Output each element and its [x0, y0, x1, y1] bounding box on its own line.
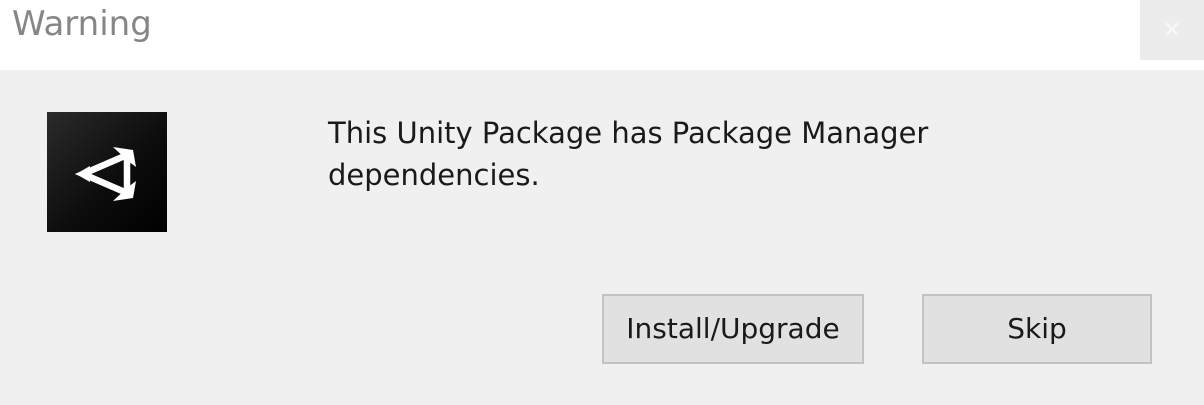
- window-title: Warning: [12, 4, 152, 44]
- unity-logo-icon: [47, 112, 167, 232]
- skip-button[interactable]: Skip: [922, 294, 1152, 364]
- install-upgrade-button[interactable]: Install/Upgrade: [602, 294, 864, 364]
- warning-message: This Unity Package has Package Manager d…: [328, 116, 929, 192]
- title-bar: Warning ×: [0, 0, 1204, 70]
- warning-dialog: Warning × This Unity Package has Package…: [0, 0, 1204, 405]
- close-button[interactable]: ×: [1140, 0, 1204, 60]
